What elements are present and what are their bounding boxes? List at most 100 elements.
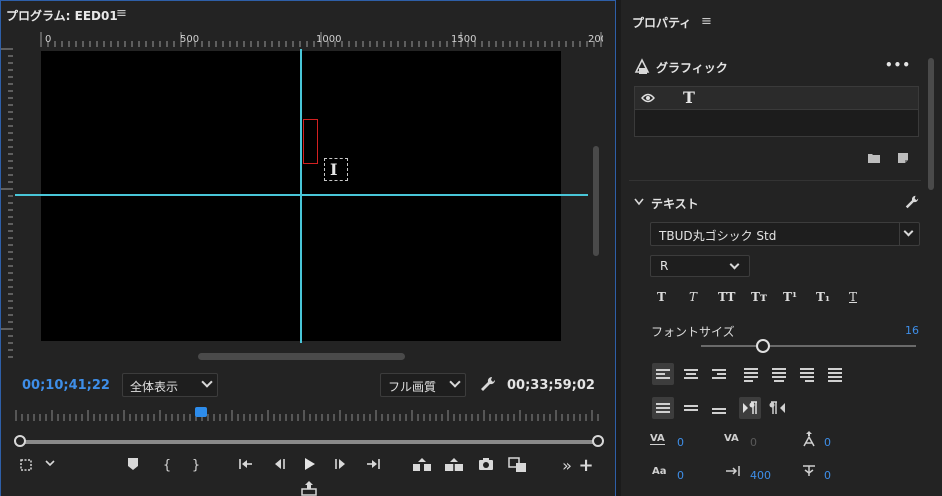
align-center-button[interactable]	[680, 363, 702, 385]
play-icon[interactable]	[300, 457, 318, 475]
zoom-level-value: 全体表示	[130, 380, 179, 394]
baseline-shift-icon	[803, 431, 815, 447]
chevron-down-icon	[201, 376, 213, 388]
current-timecode[interactable]: 00;10;41;22	[22, 378, 110, 393]
kerning-icon: VA	[724, 433, 739, 444]
horizontal-ruler: 0 500 1000 1500 200	[40, 32, 603, 47]
more-options-icon[interactable]: •••	[885, 58, 911, 72]
faux-italic-button[interactable]: T	[689, 290, 697, 304]
tsume-value[interactable]: 0	[824, 469, 831, 482]
properties-panel-title[interactable]: プロパティ	[632, 14, 691, 31]
align-left-button[interactable]	[652, 363, 674, 385]
zoom-level-dropdown[interactable]: 全体表示	[122, 373, 218, 397]
tracking-value[interactable]: 0	[677, 436, 684, 449]
step-back-icon[interactable]	[270, 457, 288, 475]
underline-button[interactable]: T	[849, 290, 857, 304]
superscript-button[interactable]: T¹	[783, 290, 797, 304]
align-top-button[interactable]	[652, 397, 674, 419]
font-family-dropdown[interactable]: TBUD丸ゴシック Std	[650, 222, 920, 246]
font-size-slider-track[interactable]	[701, 345, 916, 347]
align-middle-button[interactable]	[680, 397, 702, 419]
font-size-label: フォントサイズ	[651, 325, 735, 339]
new-item-icon[interactable]	[897, 152, 909, 164]
viewer-horizontal-scrollbar[interactable]	[198, 353, 405, 360]
settings-icon[interactable]	[17, 457, 35, 475]
text-section-title: テキスト	[651, 197, 699, 211]
tab-width-icon	[726, 466, 740, 476]
kerning-value: 0	[750, 436, 757, 449]
zoom-scroll-bar[interactable]	[19, 440, 600, 444]
ruler-label: 500	[180, 34, 199, 45]
playback-resolution-value: フル画質	[388, 380, 437, 394]
properties-panel-menu-icon[interactable]: ≡	[701, 14, 712, 29]
ruler-label: 1000	[316, 34, 341, 45]
right-to-left-direction-button[interactable]	[767, 397, 789, 419]
extract-icon[interactable]	[443, 457, 465, 475]
chevron-down-icon[interactable]	[41, 457, 59, 475]
small-caps-button[interactable]: Tт	[751, 290, 767, 304]
text-layer-icon: T	[683, 88, 695, 107]
vertical-guide[interactable]	[300, 49, 302, 343]
time-ruler[interactable]	[15, 408, 603, 422]
graphic-layers-list[interactable]: T	[634, 86, 919, 137]
viewer-vertical-scrollbar[interactable]	[593, 146, 599, 256]
font-size-value[interactable]: 16	[905, 324, 919, 337]
font-family-chevron[interactable]	[899, 223, 919, 245]
chevron-down-icon	[449, 376, 461, 388]
align-right-button[interactable]	[708, 363, 730, 385]
duration-timecode: 00;33;59;02	[507, 378, 595, 393]
in-point-icon[interactable]: {	[158, 457, 176, 475]
justify-center-button[interactable]	[768, 363, 790, 385]
graphic-section-title: グラフィック	[656, 61, 728, 75]
font-style-value: R	[660, 259, 669, 273]
playhead[interactable]	[194, 407, 207, 417]
justify-all-button[interactable]	[824, 363, 846, 385]
font-style-dropdown[interactable]: R	[650, 255, 750, 277]
add-icon[interactable]: +	[577, 457, 595, 475]
baseline-shift-value[interactable]: 0	[824, 436, 831, 449]
wrench-icon[interactable]	[904, 194, 920, 210]
left-to-right-direction-button[interactable]	[739, 397, 761, 419]
font-family-value: TBUD丸ゴシック Std	[659, 229, 777, 243]
subscript-button[interactable]: T₁	[816, 290, 830, 304]
ruler-label: 0	[45, 34, 51, 45]
lift-icon[interactable]	[411, 457, 433, 475]
tab-width-value[interactable]: 400	[750, 469, 771, 482]
leading-value[interactable]: 0	[677, 469, 684, 482]
folder-icon[interactable]	[867, 152, 881, 164]
justify-left-button[interactable]	[740, 363, 762, 385]
marker-icon[interactable]	[124, 457, 142, 475]
go-to-out-icon[interactable]	[364, 457, 382, 475]
properties-panel: プロパティ ≡ グラフィック ••• T テキスト TBUD丸ゴシック Std	[621, 0, 942, 496]
all-caps-button[interactable]: TT	[718, 290, 735, 304]
text-selection-box[interactable]	[303, 119, 318, 164]
export-frame-icon[interactable]	[300, 480, 318, 496]
justify-right-button[interactable]	[796, 363, 818, 385]
graphic-layer-row[interactable]: T	[635, 87, 918, 110]
zoom-handle-right[interactable]	[592, 435, 604, 447]
wrench-icon[interactable]	[479, 375, 497, 393]
ruler-label: 200	[588, 34, 603, 45]
ruler-label: 1500	[451, 34, 476, 45]
go-to-in-icon[interactable]	[237, 457, 255, 475]
font-size-slider-thumb[interactable]	[756, 339, 771, 353]
step-forward-icon[interactable]	[332, 457, 350, 475]
properties-scrollbar[interactable]	[928, 58, 934, 190]
compare-icon[interactable]	[507, 457, 529, 475]
more-icon[interactable]: »	[558, 457, 576, 475]
eye-icon[interactable]	[641, 92, 655, 104]
playback-resolution-dropdown[interactable]: フル画質	[380, 373, 466, 397]
program-panel-menu-icon[interactable]: ≡	[116, 6, 127, 21]
leading-icon: Aa	[652, 466, 667, 477]
section-divider	[629, 180, 921, 181]
type-tool-cursor-icon: I	[324, 158, 348, 181]
chevron-down-icon[interactable]	[633, 197, 645, 207]
faux-bold-button[interactable]: T	[657, 290, 666, 304]
chevron-down-icon	[729, 259, 740, 270]
graphic-icon	[634, 58, 650, 74]
out-point-icon[interactable]: }	[187, 457, 205, 475]
camera-icon[interactable]	[477, 457, 495, 475]
program-panel-title[interactable]: プログラム: EED01	[6, 7, 118, 24]
align-bottom-button[interactable]	[708, 397, 730, 419]
zoom-handle-left[interactable]	[14, 435, 26, 447]
